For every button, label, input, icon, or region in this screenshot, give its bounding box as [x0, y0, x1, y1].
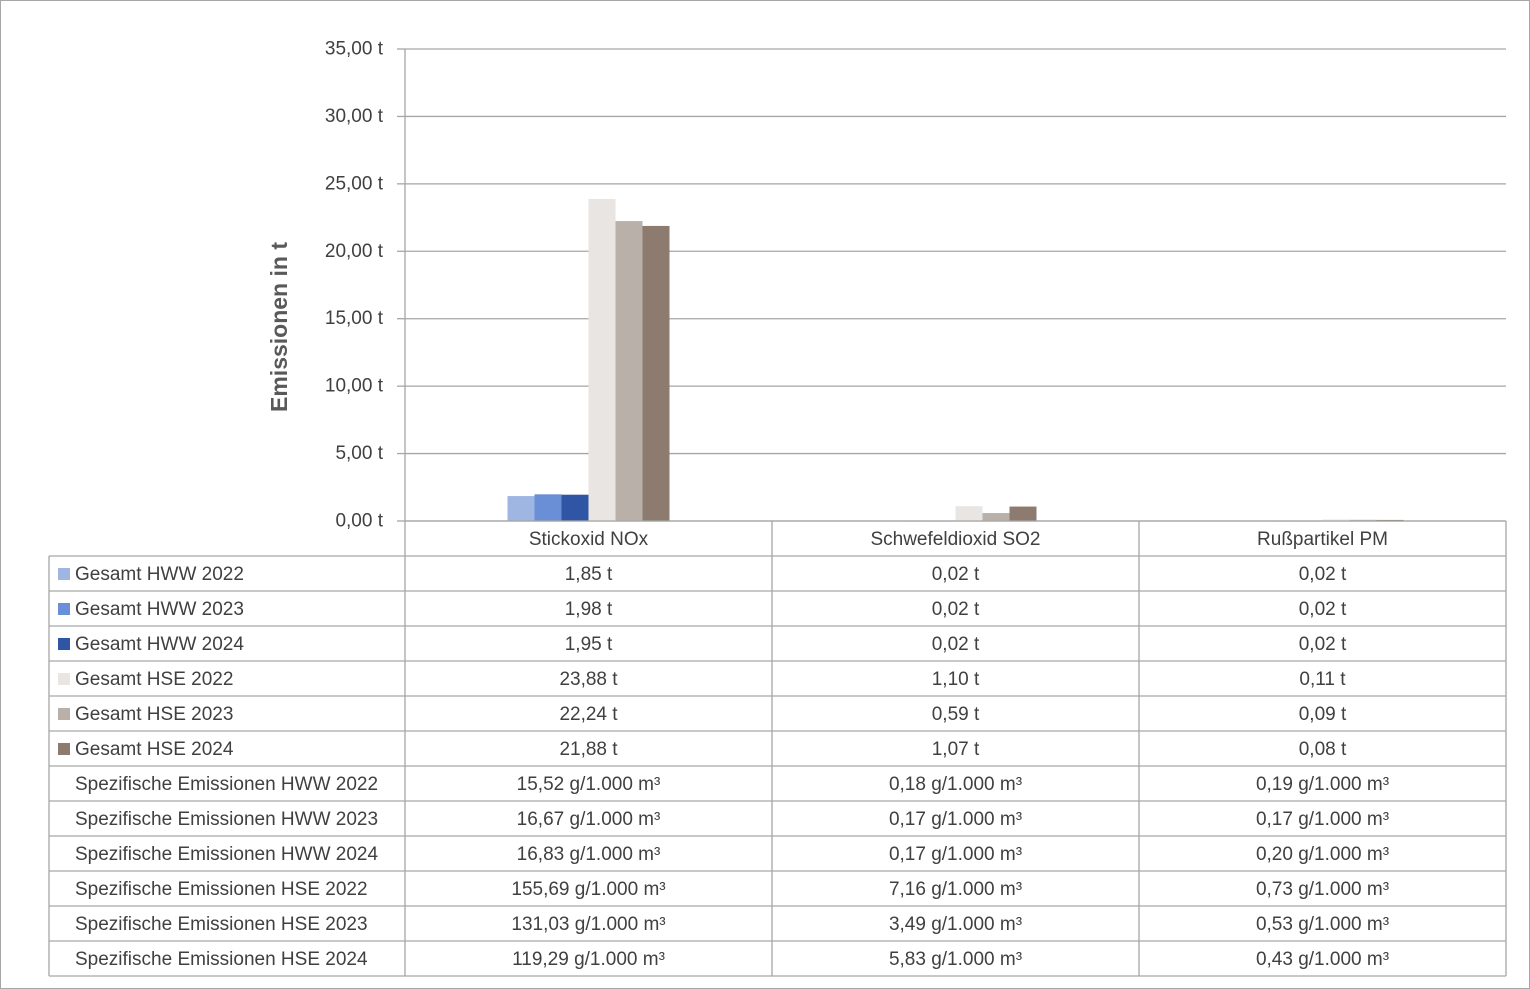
row-label: Spezifische Emissionen HWW 2024	[75, 844, 378, 865]
y-tick-label: 0,00 t	[335, 511, 383, 532]
y-axis-label: Emissionen in t	[266, 242, 292, 412]
y-tick-label: 25,00 t	[325, 173, 384, 194]
cell-value: 0,11 t	[1299, 669, 1346, 690]
cell-value: 0,02 t	[1299, 599, 1347, 620]
row-label: Spezifische Emissionen HWW 2023	[75, 809, 378, 830]
legend-swatch	[58, 673, 70, 685]
y-tick-label: 35,00 t	[325, 39, 384, 60]
cell-value: 1,07 t	[932, 739, 980, 760]
cell-value: 21,88 t	[559, 739, 618, 760]
cell-value: 1,10 t	[932, 669, 980, 690]
cell-value: 155,69 g/1.000 m³	[511, 879, 665, 900]
cell-value: 0,73 g/1.000 m³	[1256, 879, 1389, 900]
bar	[642, 225, 670, 522]
y-tick-label: 10,00 t	[325, 376, 384, 397]
y-tick-label: 15,00 t	[325, 308, 384, 329]
bars	[507, 198, 1404, 522]
cell-value: 16,83 g/1.000 m³	[517, 844, 661, 865]
y-tick-label: 20,00 t	[325, 241, 384, 262]
bar	[561, 494, 589, 521]
cell-value: 0,43 g/1.000 m³	[1256, 949, 1389, 970]
row-label: Gesamt HWW 2024	[75, 634, 244, 655]
y-tick-label: 30,00 t	[325, 106, 384, 127]
bar	[982, 513, 1010, 521]
cell-value: 7,16 g/1.000 m³	[889, 879, 1022, 900]
row-label: Spezifische Emissionen HSE 2024	[75, 949, 368, 970]
cell-value: 0,18 g/1.000 m³	[889, 774, 1022, 795]
cell-value: 23,88 t	[559, 669, 618, 690]
cell-value: 1,85 t	[565, 564, 613, 585]
category-label: Schwefeldioxid SO2	[870, 529, 1040, 550]
bar	[1009, 506, 1037, 521]
row-label: Gesamt HSE 2024	[75, 739, 234, 760]
row-label: Gesamt HWW 2023	[75, 599, 244, 620]
y-tick-label: 5,00 t	[335, 443, 383, 464]
category-label: Rußpartikel PM	[1257, 529, 1388, 550]
cell-value: 16,67 g/1.000 m³	[517, 809, 661, 830]
cell-value: 0,02 t	[1299, 634, 1347, 655]
cell-value: 0,17 g/1.000 m³	[889, 809, 1022, 830]
cell-value: 119,29 g/1.000 m³	[512, 949, 665, 970]
bar	[534, 494, 562, 521]
cell-value: 0,53 g/1.000 m³	[1256, 914, 1389, 935]
cell-value: 0,02 t	[932, 634, 980, 655]
cell-value: 0,19 g/1.000 m³	[1256, 774, 1389, 795]
cell-value: 0,02 t	[1299, 564, 1347, 585]
legend-swatch	[58, 743, 70, 755]
gridlines	[405, 48, 1506, 522]
cell-value: 0,02 t	[932, 564, 980, 585]
row-label: Gesamt HSE 2022	[75, 669, 233, 690]
cell-value: 0,08 t	[1299, 739, 1347, 760]
cell-value: 1,98 t	[565, 599, 613, 620]
row-label: Spezifische Emissionen HSE 2023	[75, 914, 368, 935]
cell-value: 0,02 t	[932, 599, 980, 620]
row-label: Gesamt HWW 2022	[75, 564, 244, 585]
bar	[507, 496, 535, 521]
cell-value: 0,17 g/1.000 m³	[889, 844, 1022, 865]
cell-value: 22,24 t	[559, 704, 618, 725]
emissions-chart: 0,00 t 5,00 t 10,00 t 15,00 t 20,00 t 25,00 t…	[48, 39, 1507, 977]
category-label: Stickoxid NOx	[529, 529, 649, 550]
bar	[955, 506, 983, 521]
cell-value: 0,17 g/1.000 m³	[1256, 809, 1389, 830]
cell-value: 15,52 g/1.000 m³	[517, 774, 661, 795]
data-table: Stickoxid NOx Schwefeldioxid SO2 Rußpartik…	[48, 520, 1507, 977]
cell-value: 0,20 g/1.000 m³	[1256, 844, 1389, 865]
bar	[615, 221, 643, 522]
cell-value: 1,95 t	[565, 634, 613, 655]
legend-swatch	[58, 603, 70, 615]
y-axis-ticks: 0,00 t 5,00 t 10,00 t 15,00 t 20,00 t 25,00 t…	[325, 39, 406, 532]
row-label: Gesamt HSE 2023	[75, 704, 233, 725]
row-label: Spezifische Emissionen HSE 2022	[75, 879, 368, 900]
cell-value: 3,49 g/1.000 m³	[889, 914, 1022, 935]
legend-swatch	[58, 568, 70, 580]
bar	[588, 198, 616, 522]
legend-swatch	[58, 708, 70, 720]
legend-swatch	[58, 638, 70, 650]
cell-value: 131,03 g/1.000 m³	[511, 914, 665, 935]
cell-value: 0,09 t	[1299, 704, 1347, 725]
row-label: Spezifische Emissionen HWW 2022	[75, 774, 378, 795]
cell-value: 0,59 t	[932, 704, 980, 725]
cell-value: 5,83 g/1.000 m³	[889, 949, 1022, 970]
